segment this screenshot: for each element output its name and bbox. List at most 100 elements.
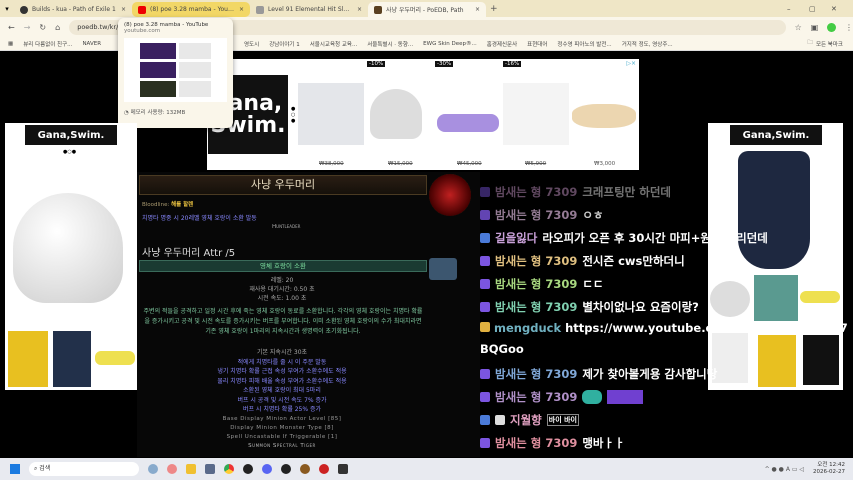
favicon-icon [20, 5, 28, 14]
product-swimsuit-yellow[interactable] [8, 331, 48, 387]
product-pads[interactable] [572, 104, 636, 128]
attr-heading: 사냥 우두머리 Attr /5 [142, 248, 236, 259]
minimize-button[interactable]: – [787, 5, 809, 13]
tab-strip: ▾ Builds - kua - Path of Exile 1 × (8) po… [0, 0, 853, 17]
tab-builds[interactable]: Builds - kua - Path of Exile 1 × [14, 2, 132, 17]
apps-icon[interactable]: ▦ [8, 41, 13, 47]
tab-poedb[interactable]: 사냥 우두머리 - PoEDB, Path × [368, 2, 486, 17]
carousel-dots[interactable]: ●○● [63, 149, 76, 155]
subscriber-badge-icon [480, 301, 490, 312]
close-icon[interactable]: × [475, 6, 480, 13]
tab-youtube[interactable]: (8) poe 3.28 mamba - YouTube × [132, 2, 250, 17]
item-effect: 치명타 명중 시 20레벨 영체 호랑이 소환 발동 [142, 215, 257, 222]
product-goggles-purple[interactable] [437, 114, 499, 132]
product-swimsuit-navy[interactable] [53, 331, 91, 387]
product-goggles-yellow[interactable] [95, 351, 135, 365]
file-explorer-icon[interactable] [186, 464, 196, 474]
all-bookmarks-folder[interactable]: 🗀 모든 북마크 [807, 39, 843, 48]
bookmark[interactable]: 뷰리 다름없이 친구... [23, 40, 72, 48]
bookmark[interactable]: 영도시 [244, 40, 259, 48]
top-ad-banner[interactable]: Gana, Swim. ● ○ ● ▷× -10% -30% -16% ₩38,00… [207, 59, 639, 170]
product-earplugs[interactable] [503, 83, 569, 145]
bookmark[interactable]: 표현대어 [527, 40, 547, 48]
left-ad-banner[interactable]: Gana,Swim. ●○● [5, 123, 137, 390]
product-swim-cap[interactable] [13, 193, 123, 303]
app-icon[interactable] [281, 464, 291, 474]
chat-message: 밤새는 형 7309 제가 찾아볼게용 감사합니당 [480, 362, 717, 385]
menu-icon[interactable]: ⋮ [845, 23, 853, 32]
bookmark[interactable]: 서울특별시 · 동향... [367, 40, 413, 48]
product-swim-cap[interactable] [370, 89, 422, 139]
carousel-dots[interactable]: ●○● [291, 106, 295, 124]
tab-search-icon[interactable]: ▾ [0, 5, 14, 13]
discount-badge: -16% [503, 61, 522, 67]
emote-icon [582, 389, 603, 404]
taskbar: ⌕ 검색 ^ ● ● A ▭ ◁ 오전 12:42 2026-02-27 [0, 458, 853, 480]
bookmark[interactable]: 강남이야기 1 [269, 40, 300, 48]
favicon-icon [256, 5, 264, 14]
bookmark-star-icon[interactable]: ☆ [795, 23, 802, 32]
app-icon[interactable] [300, 464, 310, 474]
close-icon[interactable]: × [121, 6, 126, 13]
bookmark[interactable]: 서울시교육청 교육... [310, 40, 357, 48]
tray-icons[interactable]: ^ ● ● A ▭ ◁ [765, 466, 804, 473]
product-swimsuit-navy[interactable] [738, 151, 810, 269]
app-icon[interactable] [148, 464, 158, 474]
product-swim-cap[interactable] [710, 281, 750, 317]
close-window-button[interactable]: ✕ [831, 5, 853, 13]
windows-start-icon[interactable] [10, 464, 20, 474]
back-icon[interactable]: ← [8, 23, 15, 32]
chat-overlay: 밤새는 형 7309 크래프팅만 하던데 밤새는 형 7309 ㅇㅎ 길을잃다 라오피… [480, 180, 848, 455]
clock[interactable]: 오전 12:42 2026-02-27 [813, 462, 845, 476]
user-badge-icon [495, 414, 505, 425]
chat-message: 밤새는 형 7309 [480, 385, 708, 408]
app-icon[interactable] [319, 464, 329, 474]
bookmark[interactable]: 거지적 정도, 영상주... [622, 40, 673, 48]
product-goggles-yellow[interactable] [800, 291, 840, 303]
subscriber-badge-icon [480, 255, 490, 266]
subscriber-badge-icon [480, 278, 490, 289]
forward-icon[interactable]: → [24, 23, 31, 32]
app-icon[interactable] [243, 464, 253, 474]
app-icon[interactable] [338, 464, 348, 474]
ad-brand-logo: Gana,Swim. [730, 125, 822, 145]
chat-message: 밤새는 형 7309 전시즌 cws만하더니 [480, 249, 708, 272]
taskbar-search[interactable]: ⌕ 검색 [29, 462, 139, 476]
chrome-icon[interactable] [224, 464, 234, 474]
product-goggles[interactable] [298, 83, 364, 145]
chat-message: 밤새는 형 7309 크래프팅만 하던데 [480, 180, 708, 203]
tab-level91[interactable]: Level 91 Elemental Hit Slayer × [250, 2, 368, 17]
bookmark[interactable]: 정수영 피아노의 발전... [557, 40, 611, 48]
new-tab-button[interactable]: + [490, 4, 498, 14]
bookmark[interactable]: 홈경제신문사 [487, 40, 517, 48]
price: ₩5,900 [525, 161, 547, 167]
maximize-button[interactable]: ▢ [809, 5, 831, 13]
product-model[interactable] [754, 275, 798, 321]
discount-badge: -30% [435, 61, 454, 67]
home-icon[interactable]: ⌂ [55, 23, 60, 32]
youtube-icon [138, 5, 146, 14]
bloodline-orb-icon [429, 174, 471, 216]
chat-message: 길을잃다 라오피가 오픈 후 30시간 마피+원지 지리던데 [480, 226, 768, 249]
subscriber-badge-icon [480, 209, 490, 220]
tab-preview-thumbnail [124, 38, 227, 102]
chat-message: 밤새는 형 7309 별차이없나요 요즘이랑? [480, 295, 708, 318]
extensions-icon[interactable]: ▣ [811, 23, 819, 32]
close-icon[interactable]: × [357, 6, 362, 13]
profile-avatar[interactable] [827, 22, 836, 32]
discord-icon[interactable] [262, 464, 272, 474]
reload-icon[interactable]: ↻ [39, 23, 46, 32]
price: ₩3,000 [594, 161, 616, 167]
item-panel: 사냥 우두머리 Bloodline: 해를 할렌 치명타 명중 시 20레벨 영… [137, 172, 480, 457]
spectral-tiger-icon [429, 258, 457, 280]
app-icon[interactable] [167, 464, 177, 474]
item-title: 사냥 우두머리 [139, 175, 427, 195]
bookmark[interactable]: NAVER [82, 41, 101, 47]
app-icon[interactable] [205, 464, 215, 474]
bookmark[interactable]: EWG Skin Deep®... [423, 41, 477, 47]
emote-icon [607, 389, 644, 404]
close-icon[interactable]: × [239, 6, 244, 13]
price: ₩38,000 [319, 161, 344, 167]
ad-choices-icon[interactable]: ▷× [626, 60, 636, 67]
price: ₩45,000 [457, 161, 482, 167]
